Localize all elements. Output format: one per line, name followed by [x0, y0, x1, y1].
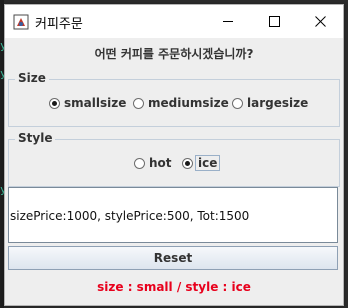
radio-label: hot — [149, 156, 172, 170]
price-output-area[interactable]: sizePrice:1000, stylePrice:500, Tot:1500 — [8, 187, 338, 243]
maximize-icon — [268, 16, 280, 27]
style-group-legend: Style — [15, 131, 56, 145]
java-app-icon — [13, 14, 29, 30]
coffee-order-window: 커피주문 어떤 커피를 주문하시겠습니까? Size smallsize med… — [4, 4, 344, 306]
maximize-button[interactable] — [251, 5, 297, 38]
size-group: Size smallsize mediumsize largesize — [8, 71, 340, 127]
order-question-label: 어떤 커피를 주문하시겠습니까? — [94, 47, 254, 61]
radio-indicator — [182, 157, 193, 169]
selection-status-label: size : small / style : ice — [97, 280, 251, 294]
radio-label: ice — [195, 155, 221, 171]
radio-indicator — [134, 157, 145, 169]
radio-indicator — [133, 97, 144, 109]
style-group: Style hot ice — [8, 131, 340, 187]
title-bar[interactable]: 커피주문 — [5, 5, 343, 38]
close-icon — [314, 16, 326, 27]
radio-label: mediumsize — [148, 96, 229, 110]
radio-largesize[interactable]: largesize — [232, 94, 308, 112]
radio-mediumsize[interactable]: mediumsize — [133, 94, 229, 112]
radio-hot[interactable]: hot — [134, 154, 172, 172]
minimize-icon — [222, 21, 233, 22]
radio-label: largesize — [247, 96, 309, 110]
radio-indicator — [232, 97, 243, 109]
window-title: 커피주문 — [35, 17, 83, 32]
close-button[interactable] — [297, 5, 343, 38]
price-output-text: sizePrice:1000, stylePrice:500, Tot:1500 — [10, 209, 250, 223]
radio-smallsize[interactable]: smallsize — [49, 94, 126, 112]
minimize-button[interactable] — [205, 5, 251, 38]
radio-label: smallsize — [64, 96, 127, 110]
radio-indicator — [49, 97, 60, 109]
reset-button[interactable]: Reset — [8, 246, 338, 270]
size-group-legend: Size — [15, 71, 49, 85]
radio-ice[interactable]: ice — [182, 154, 221, 172]
